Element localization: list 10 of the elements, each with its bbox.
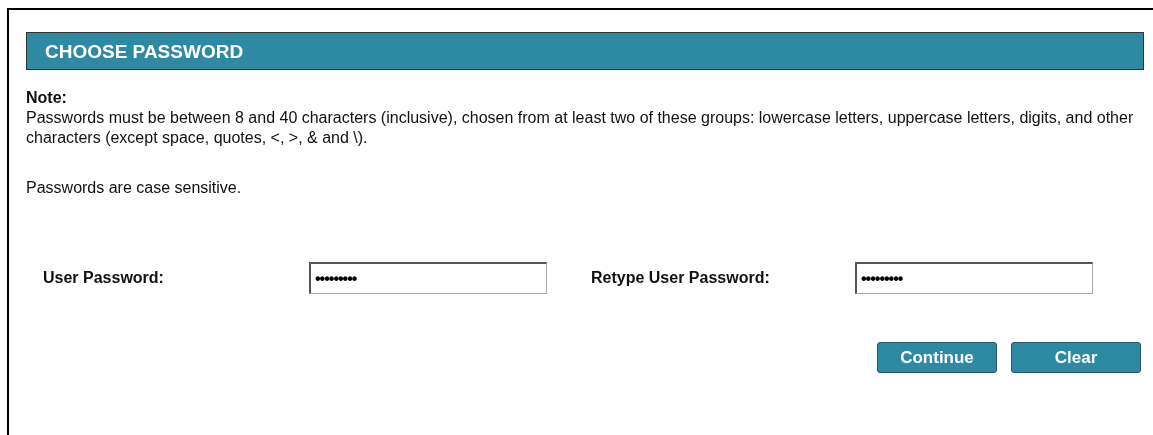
- form-button[interactable]: Clear: [1011, 342, 1141, 373]
- note-text: Passwords must be between 8 and 40 characters (inclusive), chosen from at least two of these groups: lowercase letters, uppercase letters, digits, and other characters (except space, quotes, <, >, & and \).: [26, 108, 1135, 148]
- note-label: Note:: [26, 88, 68, 108]
- password-field[interactable]: •••••••••: [855, 262, 1093, 294]
- field-label: User Password:: [43, 269, 165, 287]
- section-header: CHOOSE PASSWORD: [26, 32, 1144, 70]
- password-field[interactable]: •••••••••: [309, 262, 547, 294]
- form-button[interactable]: Continue: [877, 342, 997, 373]
- case-note: Passwords are case sensitive.: [26, 178, 243, 198]
- field-label: Retype User Password:: [591, 269, 771, 287]
